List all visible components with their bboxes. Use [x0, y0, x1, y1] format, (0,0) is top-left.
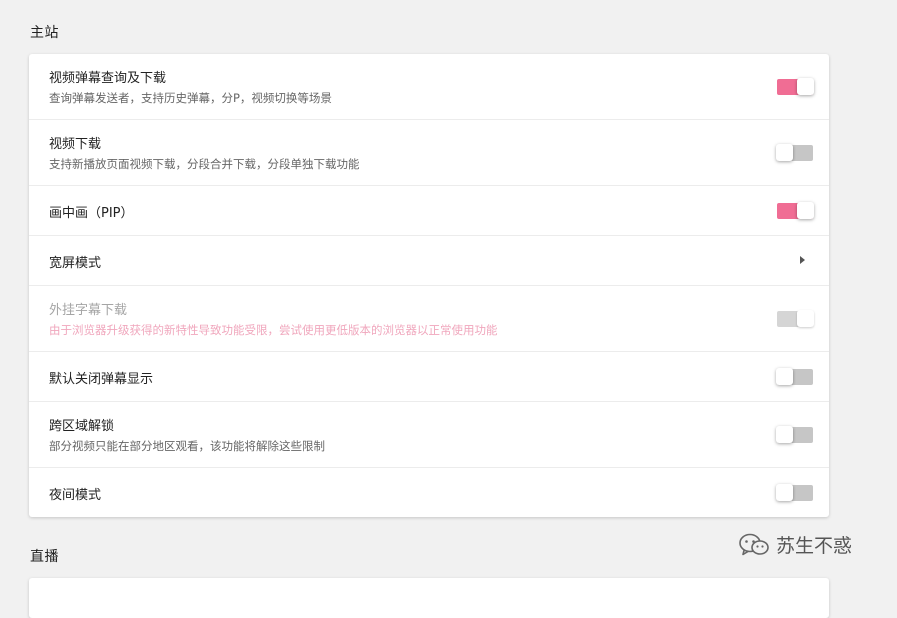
wechat-icon — [738, 532, 770, 558]
toggle-knob — [776, 368, 793, 385]
setting-title: 默认关闭弹幕显示 — [49, 372, 154, 387]
toggle-knob — [776, 144, 793, 161]
setting-title: 跨区域解锁 — [49, 419, 115, 434]
toggle-knob — [797, 202, 814, 219]
setting-title: 视频弹幕查询及下载 — [49, 71, 167, 86]
setting-row-region-unlock: 跨区域解锁 部分视频只能在部分地区观看，该功能将解除这些限制 — [29, 402, 829, 468]
video-download-toggle[interactable] — [776, 144, 813, 161]
pip-toggle[interactable] — [777, 202, 814, 219]
toggle-knob — [797, 78, 814, 95]
settings-card-main: 视频弹幕查询及下载 查询弹幕发送者，支持历史弹幕，分P，视频切换等场景 视频下载… — [29, 54, 829, 517]
settings-card-live — [29, 578, 829, 618]
toggle-knob — [776, 484, 793, 501]
setting-row-danmaku-off-default: 默认关闭弹幕显示 — [29, 352, 829, 402]
setting-title: 外挂字幕下载 — [49, 303, 128, 318]
toggle-knob — [797, 310, 814, 327]
night-mode-toggle[interactable] — [776, 484, 813, 501]
section-title-main: 主站 — [30, 25, 59, 41]
watermark-text: 苏生不惑 — [776, 535, 853, 557]
danmaku-query-toggle[interactable] — [777, 78, 814, 95]
setting-warning: 由于浏览器升级获得的新特性导致功能受限，尝试使用更低版本的浏览器以正常使用功能 — [49, 323, 498, 337]
setting-row-pip: 画中画（PIP） — [29, 186, 829, 236]
setting-title: 画中画（PIP） — [49, 206, 134, 221]
setting-title: 宽屏模式 — [49, 256, 102, 271]
setting-title: 夜间模式 — [49, 488, 102, 503]
setting-description: 支持新播放页面视频下载，分段合并下载，分段单独下载功能 — [49, 157, 360, 171]
setting-row-video-download: 视频下载 支持新播放页面视频下载，分段合并下载，分段单独下载功能 — [29, 120, 829, 186]
setting-title: 视频下载 — [49, 137, 102, 152]
setting-row-night-mode: 夜间模式 — [29, 468, 829, 517]
subtitle-download-toggle — [777, 310, 814, 327]
toggle-knob — [776, 426, 793, 443]
chevron-right-icon[interactable] — [800, 256, 805, 264]
section-title-live: 直播 — [30, 549, 59, 565]
setting-description: 查询弹幕发送者，支持历史弹幕，分P，视频切换等场景 — [49, 91, 332, 105]
region-unlock-toggle[interactable] — [776, 426, 813, 443]
danmaku-off-default-toggle[interactable] — [776, 368, 813, 385]
setting-row-danmaku-query: 视频弹幕查询及下载 查询弹幕发送者，支持历史弹幕，分P，视频切换等场景 — [29, 54, 829, 120]
watermark: 苏生不惑 — [738, 531, 852, 558]
setting-description: 部分视频只能在部分地区观看，该功能将解除这些限制 — [49, 439, 325, 453]
setting-row-subtitle-download: 外挂字幕下载 由于浏览器升级获得的新特性导致功能受限，尝试使用更低版本的浏览器以… — [29, 286, 829, 352]
setting-row-widescreen[interactable]: 宽屏模式 — [29, 236, 829, 286]
